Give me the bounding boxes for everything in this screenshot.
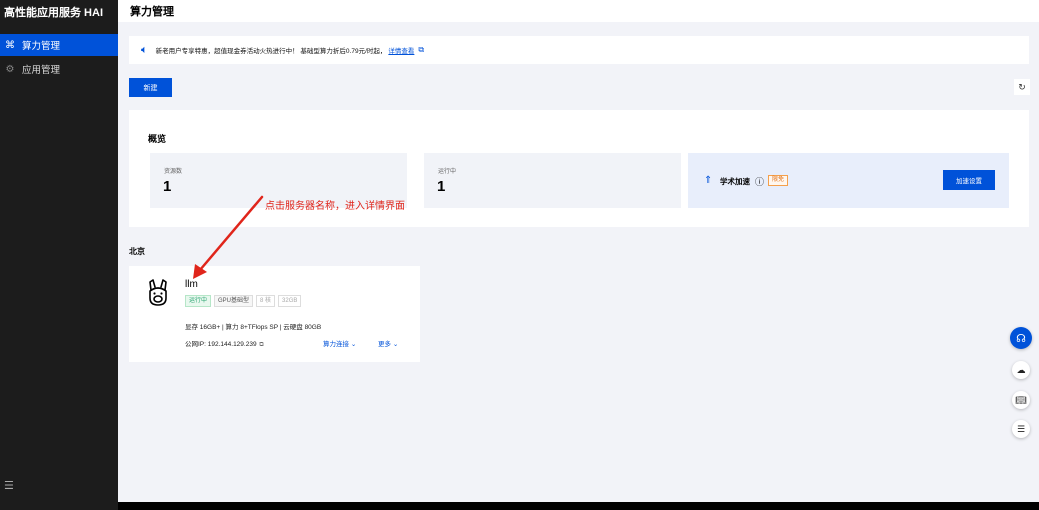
- connect-dropdown[interactable]: 算力连接 ⌄: [323, 338, 356, 348]
- more-dropdown[interactable]: 更多 ⌄: [378, 338, 398, 348]
- bottom-edge: [118, 502, 1039, 510]
- collapse-menu-icon[interactable]: ☰: [4, 479, 14, 492]
- memory-tag: 32GB: [278, 295, 302, 307]
- book-icon[interactable]: 📖︎: [1012, 391, 1030, 409]
- annotation-text: 点击服务器名称，进入详情界面: [265, 201, 405, 212]
- llama-icon: [149, 279, 167, 306]
- public-ip: 公网IP: 192.144.129.239 ⧉: [185, 338, 264, 349]
- chevron-down-icon: ⌄: [350, 341, 357, 348]
- copy-icon[interactable]: ⧉: [259, 342, 263, 348]
- sidebar-item-label: 应用管理: [22, 65, 61, 76]
- sidebar-item-compute[interactable]: ⌘ 算力管理: [0, 34, 118, 56]
- more-label: 更多: [378, 341, 391, 348]
- academic-accel-panel: ⇑ 学术加速 ⓘ 限免 加速设置: [688, 153, 1009, 208]
- speaker-icon: 🔈︎: [141, 43, 148, 56]
- overview-title: 概览: [148, 134, 167, 144]
- app-gear-icon: ⚙: [5, 63, 15, 75]
- refresh-icon[interactable]: ↻: [1014, 79, 1030, 95]
- stat-label: 资源数: [164, 169, 183, 175]
- instance-card: llm 运行中 GPU基础型 8 核 32GB 显存 16GB+ | 算力 8+…: [129, 266, 420, 362]
- support-icon[interactable]: ☊: [1010, 327, 1032, 349]
- promo-notice: 🔈︎ 新老用户专享特惠，超值现金券活动火热进行中！ 基础型算力折后0.79元/时…: [129, 36, 1029, 64]
- sidebar-item-label: 算力管理: [22, 41, 61, 52]
- ip-value: 192.144.129.239: [207, 341, 257, 348]
- instance-spec: 显存 16GB+ | 算力 8+TFlops SP | 云硬盘 80GB: [185, 324, 322, 331]
- ip-label: 公网IP:: [185, 341, 206, 348]
- topbar: 算力管理: [118, 0, 1039, 22]
- sidebar: 高性能应用服务 HAI ⌘ 算力管理 ⚙ 应用管理 ☰: [0, 0, 118, 510]
- stat-label: 运行中: [438, 169, 457, 175]
- stat-value: 1: [163, 178, 172, 195]
- external-link-icon[interactable]: ⧉: [418, 45, 424, 55]
- chevron-down-icon: ⌄: [392, 341, 399, 348]
- sidebar-item-apps[interactable]: ⚙ 应用管理: [0, 58, 118, 80]
- new-button[interactable]: 新建: [129, 78, 172, 97]
- instance-name-link[interactable]: llm: [185, 279, 198, 290]
- list-icon[interactable]: ☰: [1012, 420, 1030, 438]
- region-label: 北京: [129, 247, 145, 256]
- type-tag: GPU基础型: [214, 295, 254, 307]
- app-title: 高性能应用服务 HAI: [4, 7, 103, 19]
- cloud-icon[interactable]: ☁: [1012, 361, 1030, 379]
- status-badge: 运行中: [185, 295, 212, 307]
- notice-text: 新老用户专享特惠，超值现金券活动火热进行中！ 基础型算力折后0.79元/时起，: [155, 48, 387, 55]
- connect-label: 算力连接: [323, 341, 349, 348]
- stat-running-count: 运行中 1: [424, 153, 681, 208]
- cpu-tag: 8 核: [256, 295, 276, 307]
- overview-panel: 概览 资源数 1 运行中 1 ⇑ 学术加速 ⓘ 限免 加速设置: [129, 110, 1029, 227]
- accel-settings-button[interactable]: 加速设置: [943, 170, 995, 190]
- accel-label: 学术加速: [720, 177, 750, 186]
- rocket-icon: ⇑: [704, 175, 713, 186]
- instance-tags: 运行中 GPU基础型 8 核 32GB: [185, 295, 302, 307]
- info-icon[interactable]: ⓘ: [755, 175, 764, 188]
- main-content: 算力管理 🔈︎ 新老用户专享特惠，超值现金券活动火热进行中！ 基础型算力折后0.…: [118, 0, 1039, 502]
- free-badge: 限免: [768, 175, 789, 186]
- hai-grid-icon: ⌘: [5, 39, 15, 51]
- stat-value: 1: [437, 178, 446, 195]
- notice-detail-link[interactable]: 详情查看: [388, 45, 414, 55]
- page-title: 算力管理: [130, 6, 174, 18]
